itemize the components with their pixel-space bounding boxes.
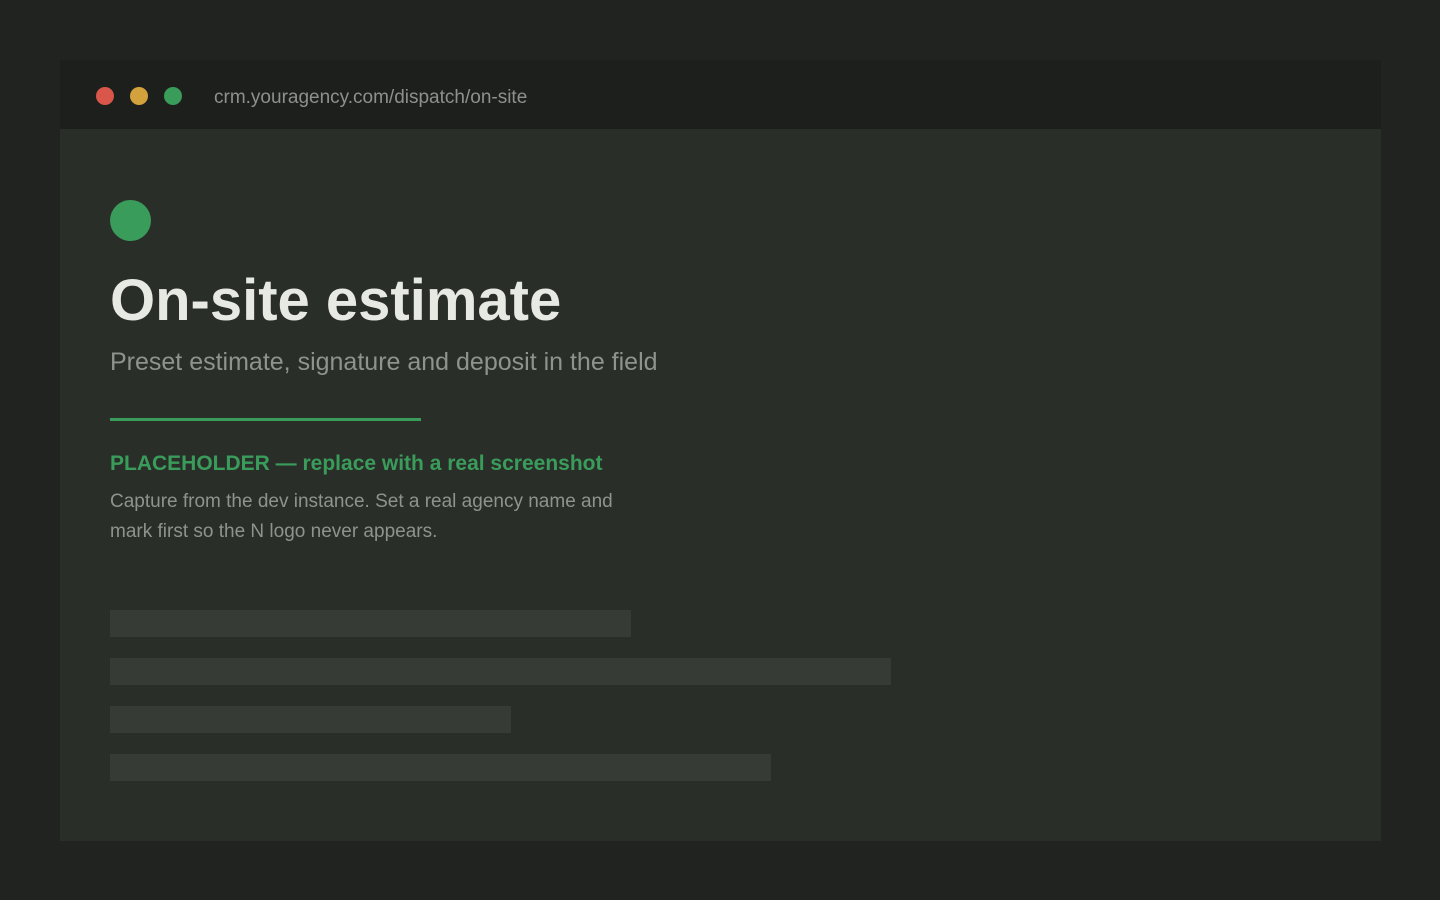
maximize-window-button[interactable] (164, 87, 182, 105)
address-bar[interactable]: crm.youragency.com/dispatch/on-site (214, 87, 527, 109)
page-subtitle: Preset estimate, signature and deposit i… (110, 348, 658, 376)
skeleton-line (110, 754, 771, 781)
browser-titlebar: crm.youragency.com/dispatch/on-site (60, 60, 1381, 129)
placeholder-notice-title: PLACEHOLDER — replace with a real screen… (110, 452, 603, 475)
status-indicator-icon (110, 200, 151, 241)
page-title: On-site estimate (110, 268, 562, 333)
placeholder-notice-body: Capture from the dev instance. Set a rea… (110, 491, 613, 542)
skeleton-line (110, 706, 511, 733)
close-window-button[interactable] (96, 87, 114, 105)
skeleton-line (110, 610, 631, 637)
accent-divider (110, 418, 421, 421)
browser-window: crm.youragency.com/dispatch/on-site On-s… (60, 60, 1381, 841)
skeleton-line (110, 658, 891, 685)
minimize-window-button[interactable] (130, 87, 148, 105)
